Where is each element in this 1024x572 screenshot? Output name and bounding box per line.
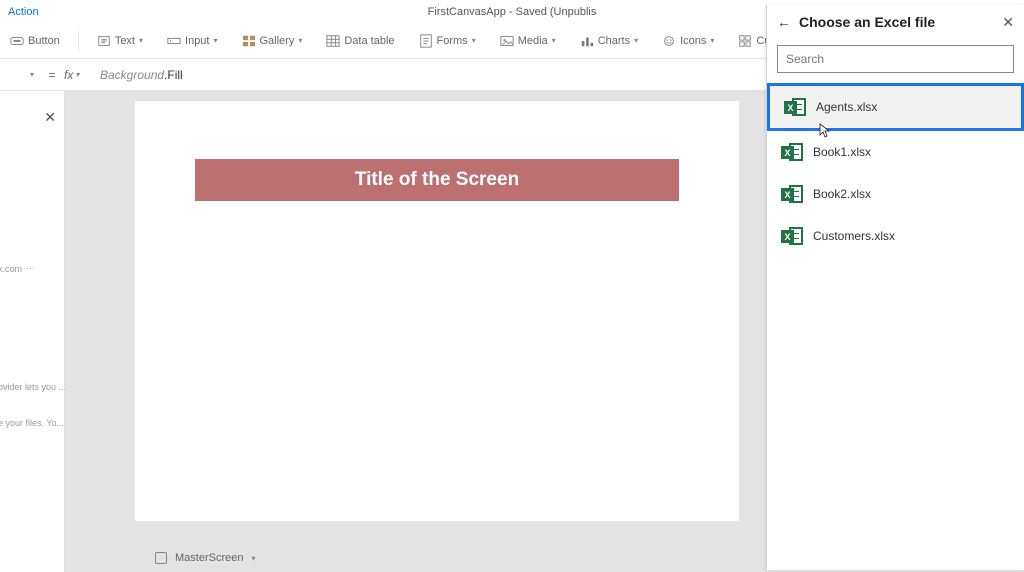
- file-item[interactable]: X Book2.xlsx: [767, 173, 1024, 215]
- file-item[interactable]: X Agents.xlsx: [767, 83, 1024, 131]
- excel-icon: X: [781, 183, 803, 205]
- checkbox[interactable]: [155, 552, 167, 564]
- media-icon: [500, 34, 514, 48]
- close-icon[interactable]: ✕: [1002, 14, 1014, 31]
- chevron-down-icon: ▾: [30, 70, 34, 79]
- icons-tool[interactable]: Icons▾: [656, 30, 720, 52]
- excel-icon: X: [781, 225, 803, 247]
- close-icon[interactable]: ✕: [44, 109, 56, 126]
- canvas[interactable]: Title of the Screen: [135, 101, 739, 521]
- chevron-down-icon: ▾: [139, 36, 143, 45]
- text-tool[interactable]: Text▾: [91, 30, 149, 52]
- file-name: Agents.xlsx: [816, 100, 877, 114]
- back-icon[interactable]: ←: [777, 14, 791, 30]
- chevron-down-icon: ▾: [75, 70, 79, 79]
- icons-icon: [662, 34, 676, 48]
- search-input[interactable]: Search: [777, 45, 1014, 73]
- file-name: Customers.xlsx: [813, 229, 895, 243]
- input-tool[interactable]: Input▾: [161, 30, 223, 52]
- excel-icon: X: [781, 141, 803, 163]
- chevron-down-icon[interactable]: ▾: [251, 554, 255, 563]
- excel-file-panel: ← Choose an Excel file ✕ Search X Agents.…: [766, 5, 1024, 570]
- custom-icon: [738, 34, 752, 48]
- excel-icon: X: [784, 96, 806, 118]
- file-name: Book2.xlsx: [813, 187, 871, 201]
- text-icon: [97, 34, 111, 48]
- chevron-down-icon: ▾: [634, 36, 638, 45]
- charts-icon: [580, 34, 594, 48]
- screen-name[interactable]: MasterScreen: [175, 552, 243, 564]
- charts-tool[interactable]: Charts▾: [574, 30, 644, 52]
- chevron-down-icon: ▾: [472, 36, 476, 45]
- chevron-down-icon: ▾: [552, 36, 556, 45]
- datatable-icon: [326, 34, 340, 48]
- left-stub: e your files. Yo...⋯: [0, 417, 75, 428]
- gallery-icon: [242, 34, 256, 48]
- left-pane: ✕ k.com⋯ ovider lets you ...⋯ e your fil…: [0, 91, 65, 572]
- file-item[interactable]: X Customers.xlsx: [767, 215, 1024, 257]
- file-item[interactable]: X Book1.xlsx: [767, 131, 1024, 173]
- file-list: X Agents.xlsx X Book1.xlsx X Book2.xlsx X Custo…: [767, 83, 1024, 257]
- panel-title: Choose an Excel file: [799, 14, 935, 30]
- forms-icon: [419, 34, 433, 48]
- fx-button[interactable]: fx▾: [64, 68, 100, 82]
- screen-title-label[interactable]: Title of the Screen: [195, 159, 679, 201]
- input-icon: [167, 34, 181, 48]
- button-tool[interactable]: Button: [4, 30, 66, 52]
- media-tool[interactable]: Media▾: [494, 30, 562, 52]
- property-selector[interactable]: ▾: [0, 70, 40, 79]
- gallery-tool[interactable]: Gallery▾: [236, 30, 309, 52]
- chevron-down-icon: ▾: [213, 36, 217, 45]
- datatable-tool[interactable]: Data table: [320, 30, 400, 52]
- panel-header: ← Choose an Excel file ✕: [767, 5, 1024, 39]
- button-icon: [10, 34, 24, 48]
- forms-tool[interactable]: Forms▾: [413, 30, 482, 52]
- equals-sign: =: [40, 68, 64, 82]
- left-stub: k.com⋯: [0, 263, 33, 274]
- file-name: Book1.xlsx: [813, 145, 871, 159]
- chevron-down-icon: ▾: [298, 36, 302, 45]
- chevron-down-icon: ▾: [710, 36, 714, 45]
